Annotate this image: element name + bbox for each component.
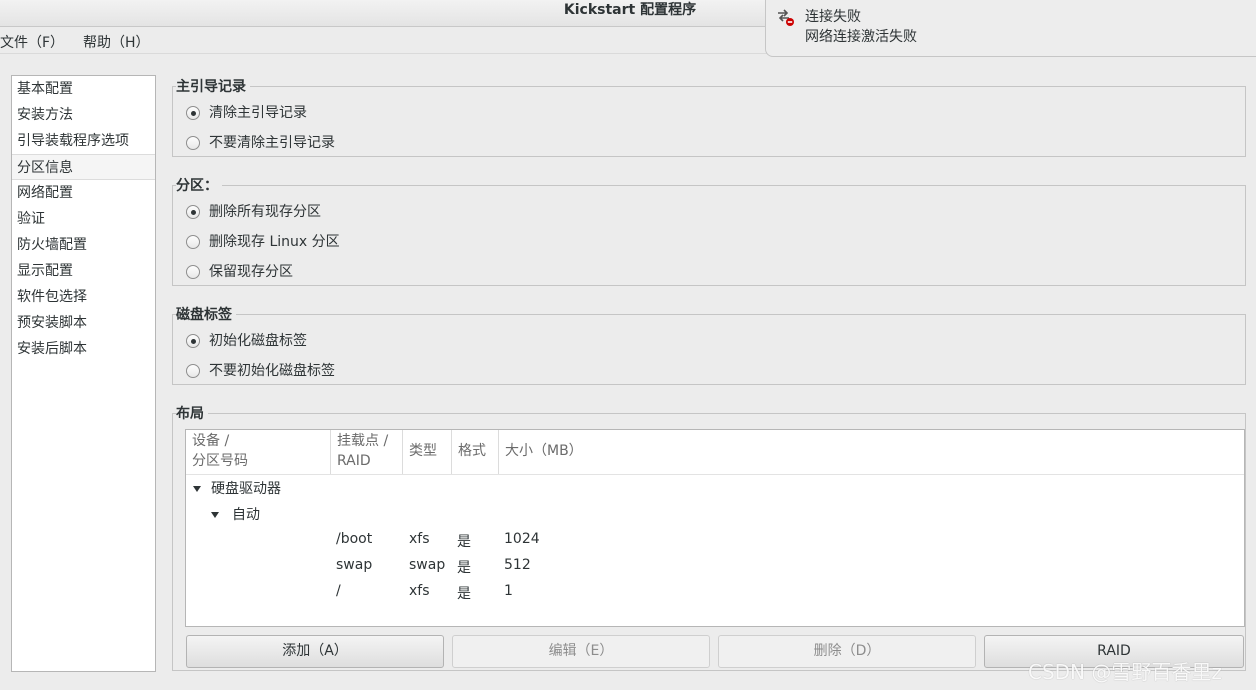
- disklabel-title: 磁盘标签: [176, 304, 236, 324]
- notification-body: 网络连接激活失败: [805, 29, 917, 45]
- sidebar-item-basic-config[interactable]: 基本配置: [12, 76, 155, 102]
- expander-arrow-icon[interactable]: [211, 512, 219, 518]
- sidebar-item-display[interactable]: 显示配置: [12, 258, 155, 284]
- column-header-size[interactable]: 大小（MB）: [499, 430, 1244, 474]
- network-error-icon: [778, 9, 794, 26]
- radio-button[interactable]: [186, 364, 200, 378]
- radio-label: 清除主引导记录: [209, 105, 307, 121]
- row-mount[interactable]: /: [336, 583, 341, 599]
- watermark: CSDN @雪野百香里z: [1028, 660, 1222, 684]
- row-size: 512: [504, 557, 531, 573]
- menu-file[interactable]: 文件（F）: [0, 32, 64, 52]
- tree-drive-label[interactable]: 硬盘驱动器: [211, 478, 281, 498]
- radio-label: 不要清除主引导记录: [209, 135, 335, 151]
- sidebar: 基本配置 安装方法 引导装载程序选项 分区信息 网络配置 验证 防火墙配置 显示…: [11, 75, 156, 672]
- radio-label: 初始化磁盘标签: [209, 333, 307, 349]
- radio-button[interactable]: [186, 205, 200, 219]
- row-size: 1: [504, 583, 513, 599]
- row-format: 是: [457, 560, 471, 576]
- radio-label: 删除现存 Linux 分区: [209, 234, 340, 250]
- add-button[interactable]: 添加（A）: [186, 635, 444, 668]
- header-divider: [186, 474, 1244, 475]
- radio-button[interactable]: [186, 235, 200, 249]
- row-mount[interactable]: swap: [336, 557, 372, 573]
- notification-title: 连接失败: [805, 9, 861, 25]
- column-header-line: 挂载点 /: [337, 433, 389, 449]
- partitions-title: 分区：: [176, 175, 222, 195]
- sidebar-item-network[interactable]: 网络配置: [12, 180, 155, 206]
- mbr-title: 主引导记录: [176, 76, 250, 96]
- edit-button[interactable]: 编辑（E）: [452, 635, 710, 668]
- row-mount[interactable]: /boot: [336, 531, 372, 547]
- row-type: xfs: [409, 583, 430, 599]
- column-header-mount[interactable]: 挂载点 / RAID: [331, 430, 403, 474]
- delete-button[interactable]: 删除（D）: [718, 635, 976, 668]
- expander-arrow-icon[interactable]: [193, 486, 201, 492]
- radio-button[interactable]: [186, 106, 200, 120]
- row-type: swap: [409, 557, 446, 573]
- column-header-format[interactable]: 格式: [452, 430, 499, 474]
- sidebar-item-partition-info[interactable]: 分区信息: [12, 154, 155, 180]
- row-type: xfs: [409, 531, 430, 547]
- column-header-type[interactable]: 类型: [403, 430, 452, 474]
- sidebar-item-packages[interactable]: 软件包选择: [12, 284, 155, 310]
- row-format: 是: [457, 586, 471, 602]
- sidebar-item-post-script[interactable]: 安装后脚本: [12, 336, 155, 362]
- radio-button[interactable]: [186, 265, 200, 279]
- radio-label: 不要初始化磁盘标签: [209, 363, 335, 379]
- connection-failed-notification[interactable]: 连接失败 网络连接激活失败: [765, 0, 1256, 57]
- layout-title: 布局: [176, 403, 208, 423]
- column-header-line: 分区号码: [192, 453, 248, 469]
- sidebar-item-bootloader[interactable]: 引导装载程序选项: [12, 128, 155, 154]
- row-size: 1024: [504, 531, 540, 547]
- column-header-device[interactable]: 设备 / 分区号码: [186, 430, 331, 474]
- sidebar-item-pre-script[interactable]: 预安装脚本: [12, 310, 155, 336]
- radio-label: 保留现存分区: [209, 264, 293, 280]
- sidebar-item-install-method[interactable]: 安装方法: [12, 102, 155, 128]
- radio-button[interactable]: [186, 136, 200, 150]
- radio-button[interactable]: [186, 334, 200, 348]
- column-header-line: 设备 /: [192, 433, 230, 449]
- partition-tree[interactable]: 设备 / 分区号码 挂载点 / RAID 类型 格式 大小（MB） 硬盘驱动器 …: [185, 429, 1245, 627]
- radio-label: 删除所有现存分区: [209, 204, 321, 220]
- sidebar-item-firewall[interactable]: 防火墙配置: [12, 232, 155, 258]
- row-format: 是: [457, 534, 471, 550]
- column-header-line: RAID: [337, 453, 371, 469]
- menu-help[interactable]: 帮助（H）: [83, 32, 150, 52]
- sidebar-item-authentication[interactable]: 验证: [12, 206, 155, 232]
- tree-group-label[interactable]: 自动: [232, 504, 260, 524]
